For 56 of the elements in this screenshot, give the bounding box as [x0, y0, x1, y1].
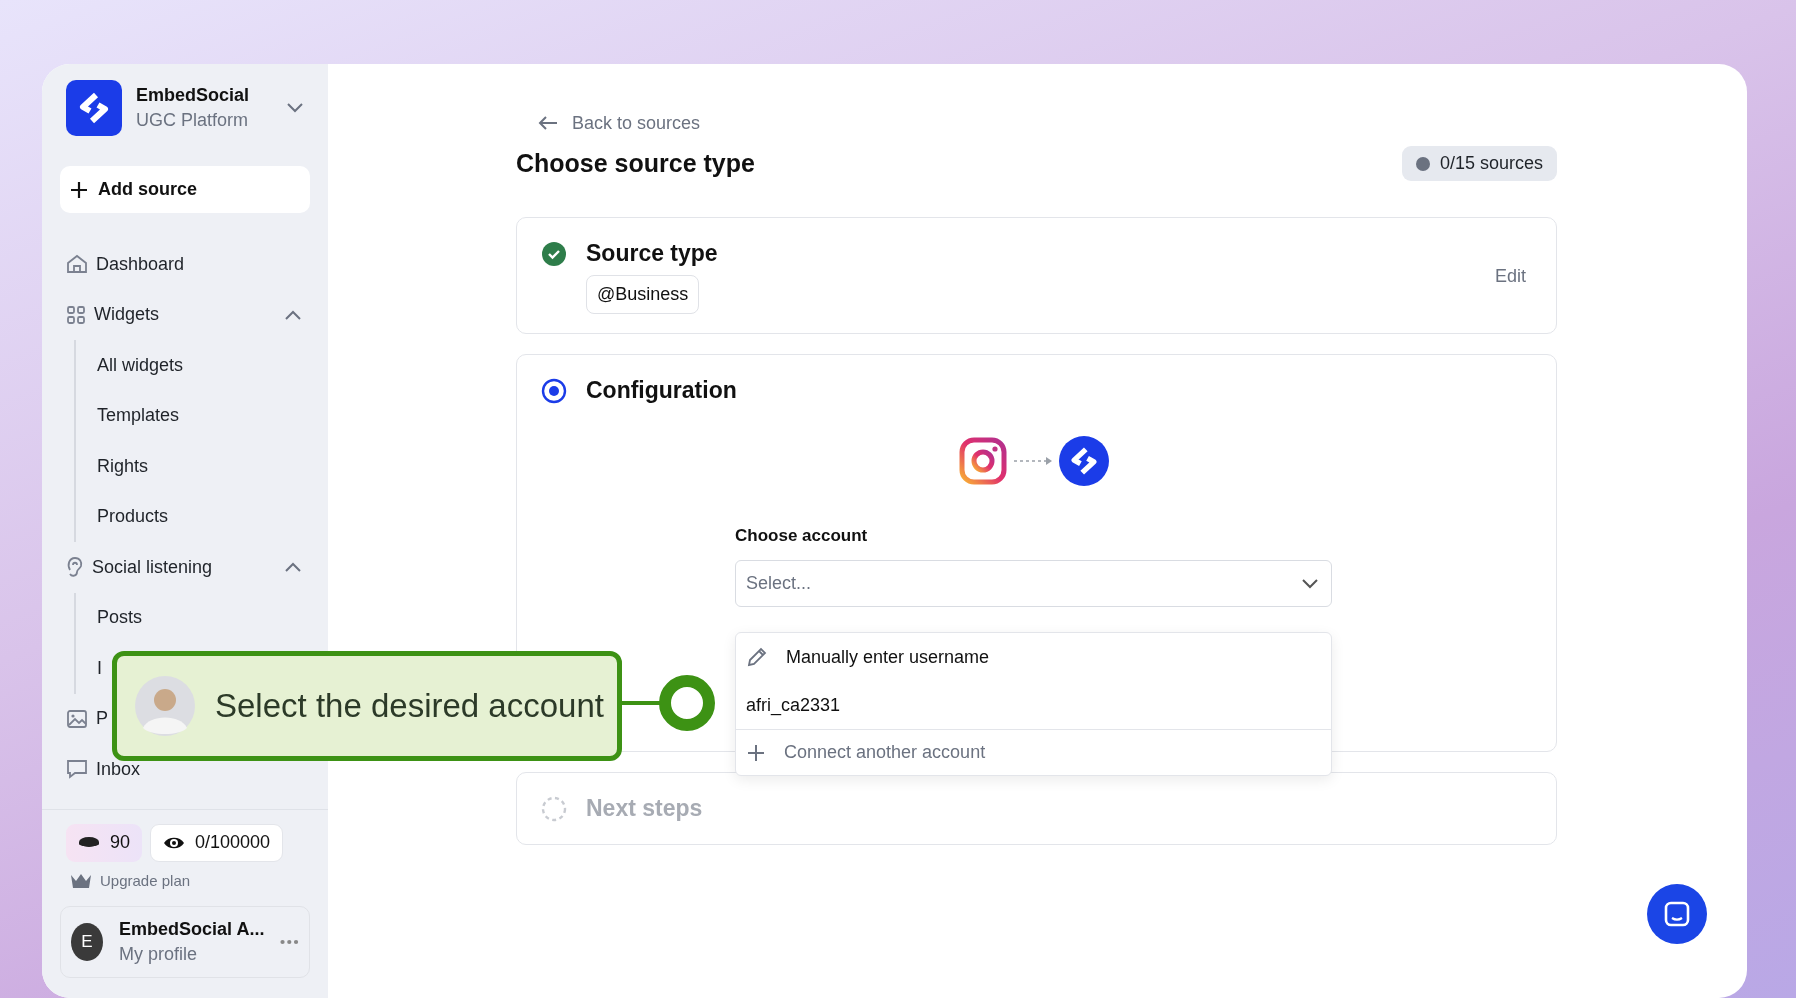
nav-item[interactable]: Dashboard [96, 253, 185, 275]
coin-icon [78, 835, 100, 850]
chat-icon [1663, 900, 1691, 928]
radio-selected-icon [541, 377, 567, 404]
logo-icon [1058, 436, 1109, 486]
nav-subitem[interactable]: Rights [76, 441, 310, 492]
chevron-down-icon [1301, 577, 1319, 590]
brand-subtitle: UGC Platform [136, 110, 250, 131]
chat-button[interactable] [1647, 884, 1707, 944]
avatar: E [71, 922, 104, 961]
profile-subtitle: My profile [119, 943, 199, 965]
dropdown-option[interactable]: afri_ca2331 [736, 681, 1331, 729]
dashed-arrow-icon [1012, 456, 1053, 466]
profile-card[interactable]: E EmbedSocial A... My profile [60, 905, 310, 978]
check-circle-icon [541, 240, 567, 267]
tooltip-text: Select the desired account [215, 687, 604, 725]
step-title: Next steps [586, 795, 703, 822]
arrow-left-icon [538, 115, 558, 131]
home-icon [66, 254, 88, 275]
nav-item[interactable]: Social listening [92, 556, 213, 578]
profile-name: EmbedSocial A... [119, 918, 265, 940]
nav-subitem[interactable]: Templates [76, 390, 310, 441]
nav-subitem[interactable]: All widgets [76, 340, 310, 391]
step-title: Configuration [586, 377, 737, 404]
step-title: Source type [586, 240, 718, 267]
nav-subitem[interactable]: Posts [76, 592, 310, 643]
back-link[interactable]: Back to sources [538, 110, 1557, 136]
credits-chip: 90 [66, 823, 143, 862]
field-label: Choose account [735, 526, 869, 546]
instagram-icon [958, 437, 1007, 485]
plus-icon [70, 180, 88, 199]
add-source-button[interactable]: Add source [60, 166, 310, 213]
upgrade-link[interactable]: Upgrade plan [100, 872, 191, 889]
plus-icon [746, 742, 766, 763]
brand-name: EmbedSocial [136, 85, 251, 106]
edit-link[interactable]: Edit [1494, 266, 1526, 287]
image-icon [66, 708, 88, 729]
nav-item[interactable]: Widgets [94, 304, 160, 326]
nav-item[interactable]: P [96, 708, 108, 730]
sources-badge: 0/15 sources [1401, 146, 1557, 181]
dropdown-option[interactable]: Manually enter username [736, 633, 1331, 681]
pencil-icon [746, 646, 768, 668]
chat-icon [66, 759, 88, 780]
views-chip: 0/100000 [150, 823, 284, 862]
page-title: Choose source type [516, 149, 755, 178]
source-tag: @Business [586, 275, 700, 314]
avatar [135, 676, 195, 736]
nav-subitem[interactable]: Products [76, 491, 310, 542]
logo-icon [66, 80, 122, 136]
chevron-down-icon [286, 102, 304, 114]
ear-icon [66, 556, 84, 579]
nav-item[interactable]: Inbox [96, 758, 141, 780]
dashed-circle-icon [541, 795, 567, 822]
account-select[interactable]: Select... [735, 560, 1332, 607]
grid-icon [66, 304, 86, 325]
more-icon [280, 938, 299, 945]
